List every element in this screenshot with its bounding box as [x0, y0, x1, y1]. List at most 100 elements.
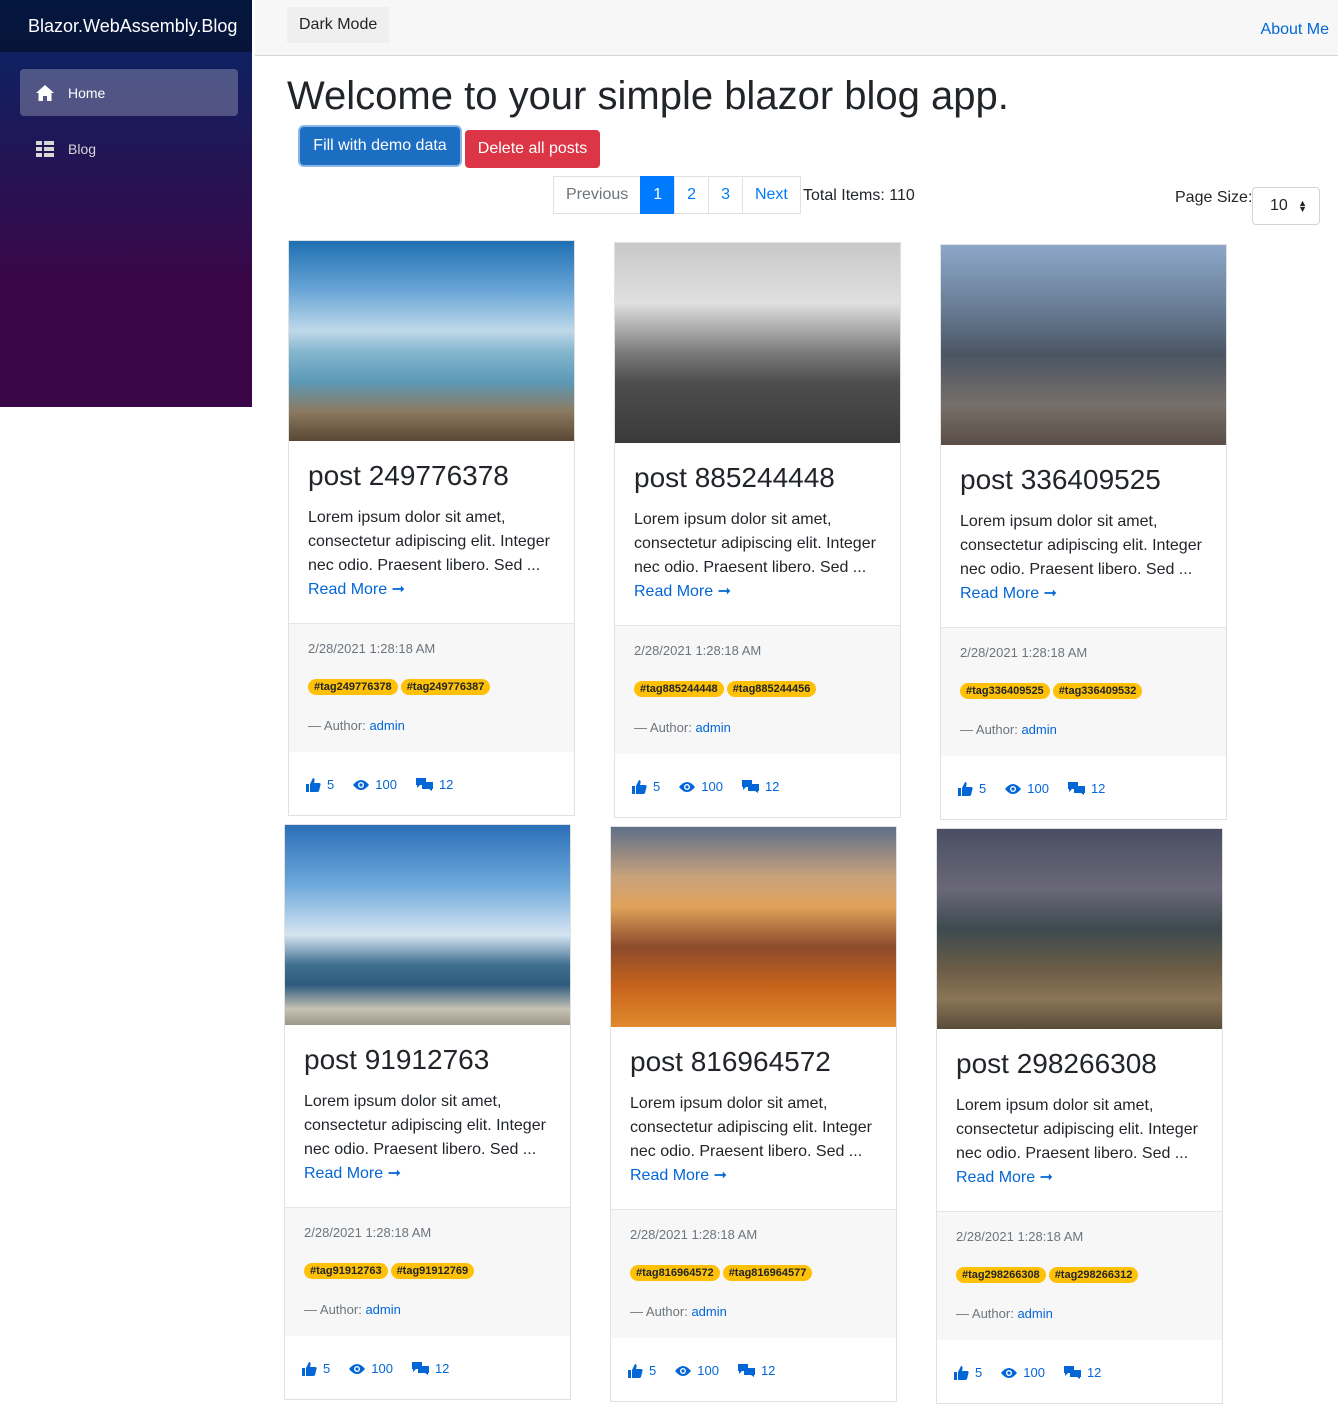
author-link[interactable]: admin: [1021, 722, 1056, 737]
likes-stat[interactable]: 5: [628, 1363, 656, 1378]
dark-mode-button[interactable]: Dark Mode: [287, 7, 390, 43]
views-stat[interactable]: 100: [1001, 1365, 1045, 1380]
post-image[interactable]: [937, 829, 1222, 1029]
author-link[interactable]: admin: [695, 720, 730, 735]
post-card: post 91912763 Lorem ipsum dolor sit amet…: [284, 824, 571, 1400]
post-stats: 5 100 12: [611, 1338, 896, 1401]
post-author: — Author: admin: [634, 720, 731, 735]
views-stat[interactable]: 100: [353, 777, 397, 792]
views-stat[interactable]: 100: [1005, 781, 1049, 796]
author-link[interactable]: admin: [691, 1304, 726, 1319]
views-stat[interactable]: 100: [675, 1363, 719, 1378]
author-link[interactable]: admin: [1017, 1306, 1052, 1321]
thumbs-up-icon: [302, 1361, 317, 1376]
tag-badge[interactable]: #tag885244456: [726, 681, 817, 697]
tag-badge[interactable]: #tag298266308: [956, 1267, 1046, 1283]
comments-stat[interactable]: 12: [411, 1361, 449, 1376]
about-me-link[interactable]: About Me: [1261, 21, 1329, 39]
comments-stat[interactable]: 12: [741, 779, 779, 794]
post-card: post 816964572 Lorem ipsum dolor sit ame…: [610, 826, 897, 1402]
views-stat[interactable]: 100: [679, 779, 723, 794]
post-image[interactable]: [941, 245, 1226, 445]
eye-icon: [349, 1363, 366, 1375]
post-card: post 249776378 Lorem ipsum dolor sit ame…: [288, 240, 575, 816]
post-body: post 298266308 Lorem ipsum dolor sit ame…: [937, 1029, 1222, 1212]
post-author: — Author: admin: [956, 1306, 1053, 1321]
comments-stat[interactable]: 12: [737, 1363, 775, 1378]
comments-icon: [737, 1364, 755, 1377]
likes-stat[interactable]: 5: [306, 777, 334, 792]
comments-stat[interactable]: 12: [1067, 781, 1105, 796]
tag-badge[interactable]: #tag249776387: [400, 679, 491, 695]
page-1-button[interactable]: 1: [640, 176, 676, 214]
previous-page-button[interactable]: Previous: [553, 176, 642, 214]
post-image[interactable]: [615, 243, 900, 443]
post-author: — Author: admin: [960, 722, 1057, 737]
author-link[interactable]: admin: [365, 1302, 400, 1317]
arrow-right-icon: ➞: [387, 1165, 402, 1182]
eye-icon: [679, 781, 696, 793]
tag-badge[interactable]: #tag816964572: [630, 1265, 720, 1281]
read-more-link[interactable]: Read More ➞: [960, 585, 1057, 602]
post-excerpt: Lorem ipsum dolor sit amet, consectetur …: [956, 1097, 1198, 1186]
tag-badge[interactable]: #tag336409525: [960, 683, 1050, 699]
sidebar-item-home[interactable]: Home: [20, 69, 238, 116]
comments-stat[interactable]: 12: [1063, 1365, 1101, 1380]
sidebar-nav: Home Blog: [0, 52, 252, 172]
arrow-right-icon: ➞: [713, 1167, 728, 1184]
post-title[interactable]: post 816964572: [630, 1046, 877, 1078]
list-icon: [36, 140, 54, 158]
tag-badge[interactable]: #tag298266312: [1048, 1267, 1139, 1283]
read-more-link[interactable]: Read More ➞: [630, 1167, 727, 1184]
post-title[interactable]: post 336409525: [960, 464, 1207, 496]
likes-stat[interactable]: 5: [632, 779, 660, 794]
comments-icon: [411, 1362, 429, 1375]
post-image[interactable]: [611, 827, 896, 1027]
page-3-button[interactable]: 3: [708, 176, 743, 214]
likes-stat[interactable]: 5: [954, 1365, 982, 1380]
tag-badge[interactable]: #tag336409532: [1052, 683, 1143, 699]
eye-icon: [1005, 783, 1022, 795]
read-more-link[interactable]: Read More ➞: [304, 1165, 401, 1182]
author-link[interactable]: admin: [369, 718, 404, 733]
sidebar: Blazor.WebAssembly.Blog Home Blog: [0, 0, 252, 407]
comments-stat[interactable]: 12: [415, 777, 453, 792]
page-size-select[interactable]: 10 ▲ ▼: [1252, 187, 1320, 225]
next-page-button[interactable]: Next: [741, 176, 801, 214]
sidebar-item-blog[interactable]: Blog: [20, 125, 238, 172]
post-title[interactable]: post 249776378: [308, 460, 555, 492]
likes-stat[interactable]: 5: [302, 1361, 330, 1376]
post-title[interactable]: post 885244448: [634, 462, 881, 494]
tag-badge[interactable]: #tag885244448: [634, 681, 724, 697]
post-title[interactable]: post 298266308: [956, 1048, 1203, 1080]
tag-badge[interactable]: #tag249776378: [308, 679, 398, 695]
post-stats: 5 100 12: [615, 754, 900, 817]
post-author: — Author: admin: [308, 718, 405, 733]
post-image[interactable]: [285, 825, 570, 1025]
read-more-link[interactable]: Read More ➞: [634, 583, 731, 600]
post-stats: 5 100 12: [937, 1340, 1222, 1403]
post-image[interactable]: [289, 241, 574, 441]
likes-stat[interactable]: 5: [958, 781, 986, 796]
post-body: post 249776378 Lorem ipsum dolor sit ame…: [289, 441, 574, 624]
total-items: Total Items: 110: [803, 187, 915, 205]
total-items-label: Total Items:: [803, 187, 885, 204]
post-author: — Author: admin: [630, 1304, 727, 1319]
delete-all-posts-button[interactable]: Delete all posts: [465, 130, 600, 168]
page-2-button[interactable]: 2: [674, 176, 710, 214]
views-stat[interactable]: 100: [349, 1361, 393, 1376]
tag-badge[interactable]: #tag816964577: [722, 1265, 813, 1281]
page-title: Welcome to your simple blazor blog app.: [287, 74, 1009, 118]
post-excerpt: Lorem ipsum dolor sit amet, consectetur …: [630, 1095, 872, 1184]
tag-badge[interactable]: #tag91912763: [304, 1263, 388, 1279]
brand-title[interactable]: Blazor.WebAssembly.Blog: [0, 0, 252, 52]
tag-badge[interactable]: #tag91912769: [390, 1263, 475, 1279]
read-more-link[interactable]: Read More ➞: [956, 1169, 1053, 1186]
post-title[interactable]: post 91912763: [304, 1044, 551, 1076]
tag-list: #tag336409525 #tag336409532: [960, 683, 1207, 699]
read-more-link[interactable]: Read More ➞: [308, 581, 405, 598]
fill-demo-data-button[interactable]: Fill with demo data: [300, 127, 460, 165]
post-date: 2/28/2021 1:28:18 AM: [960, 645, 1088, 660]
post-date: 2/28/2021 1:28:18 AM: [308, 641, 436, 656]
comments-icon: [1067, 782, 1085, 795]
